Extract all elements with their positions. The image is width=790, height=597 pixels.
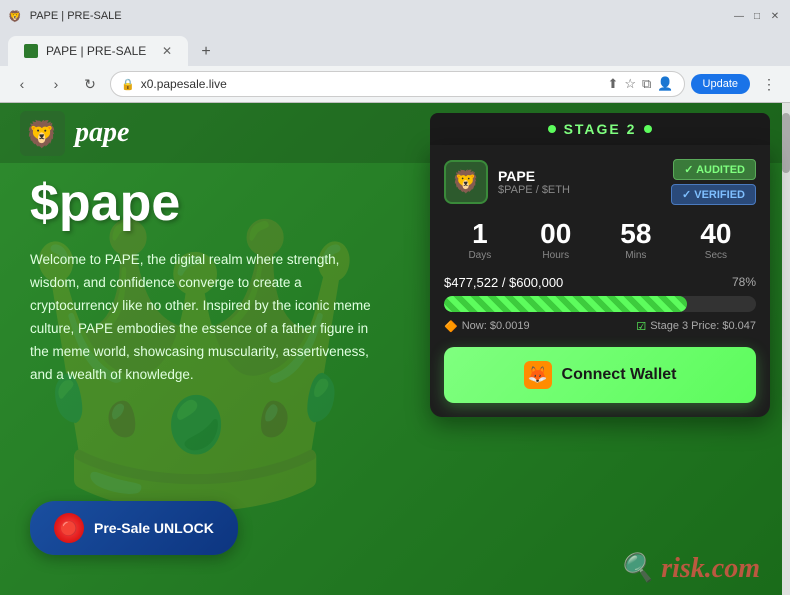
svg-text:🦁: 🦁 <box>26 119 58 149</box>
stage-dot-right <box>644 125 652 133</box>
audited-badge: ✓ AUDITED <box>673 159 756 180</box>
window-controls: — □ ✕ <box>732 9 782 23</box>
countdown-days-value: 1 <box>468 219 491 250</box>
progress-bar-bg <box>444 296 756 312</box>
address-bar-row: ‹ › ↻ 🔒 x0.papesale.live ⬆ ☆ ⧉ 👤 Update … <box>0 66 790 102</box>
countdown-mins-label: Mins <box>620 250 651 261</box>
left-content: $pape Welcome to PAPE, the digital realm… <box>30 173 390 387</box>
countdown-hours-value: 00 <box>540 219 571 250</box>
address-box[interactable]: 🔒 x0.papesale.live ⬆ ☆ ⧉ 👤 <box>110 71 685 97</box>
token-row: 🦁 PAPE $PAPE / $ETH ✓ AUDITED ✓ VERIFIED <box>444 159 756 205</box>
address-bar-icons: ⬆ ☆ ⧉ 👤 <box>607 76 673 92</box>
connect-wallet-button[interactable]: 🦊 Connect Wallet <box>444 347 756 403</box>
scrollbar-thumb[interactable] <box>782 113 790 173</box>
page-content: 👑 🦁 pape $pape Welcome to PAPE, the digi… <box>0 103 790 595</box>
share-icon[interactable]: ⬆ <box>607 76 618 92</box>
tab-bar: PAPE | PRE-SALE ✕ + <box>0 32 790 66</box>
countdown-mins: 58 Mins <box>620 219 651 261</box>
price-now: 🔶 Now: $0.0019 <box>444 320 530 333</box>
new-tab-button[interactable]: + <box>192 38 220 66</box>
countdown-row: 1 Days 00 Hours 58 Mins 40 Secs <box>444 219 756 261</box>
extensions-icon[interactable]: ⧉ <box>642 76 651 92</box>
tab-favicon-small: 🦁 <box>8 10 22 23</box>
verified-badge: ✓ VERIFIED <box>671 184 756 205</box>
right-panel: STAGE 2 🦁 PAPE $PAPE / $ETH ✓ AUDITED ✓ … <box>430 113 770 417</box>
stage-dot-left <box>548 125 556 133</box>
browser-chrome: 🦁 PAPE | PRE-SALE — □ ✕ PAPE | PRE-SALE … <box>0 0 790 103</box>
forward-button[interactable]: › <box>42 70 70 98</box>
countdown-hours-label: Hours <box>540 250 571 261</box>
stage-banner: STAGE 2 <box>430 113 770 145</box>
presale-unlock-button[interactable]: 🔴 Pre-Sale UNLOCK <box>30 501 238 555</box>
minimize-button[interactable]: — <box>732 9 746 23</box>
tab-title: PAPE | PRE-SALE <box>46 44 146 58</box>
countdown-secs: 40 Secs <box>700 219 731 261</box>
watermark: 🔍 risk.com <box>619 551 760 585</box>
update-button[interactable]: Update <box>691 74 750 94</box>
presale-card: 🦁 PAPE $PAPE / $ETH ✓ AUDITED ✓ VERIFIED… <box>430 145 770 417</box>
star-icon[interactable]: ☆ <box>624 76 636 92</box>
close-button[interactable]: ✕ <box>768 9 782 23</box>
token-info: PAPE $PAPE / $ETH <box>498 168 671 196</box>
connect-wallet-icon: 🦊 <box>524 361 552 389</box>
token-name: PAPE <box>498 168 671 184</box>
maximize-button[interactable]: □ <box>750 9 764 23</box>
countdown-days: 1 Days <box>468 219 491 261</box>
watermark-text: risk.com <box>661 553 760 584</box>
stage-label: STAGE 2 <box>564 121 637 137</box>
countdown-secs-label: Secs <box>700 250 731 261</box>
presale-icon: 🔴 <box>54 513 84 543</box>
progress-label-row: $477,522 / $600,000 78% <box>444 275 756 290</box>
countdown-hours: 00 Hours <box>540 219 571 261</box>
hero-title: $pape <box>30 173 390 233</box>
price-now-label: Now: $0.0019 <box>462 320 530 332</box>
countdown-mins-value: 58 <box>620 219 651 250</box>
progress-pct: 78% <box>732 275 756 290</box>
tab-favicon <box>24 44 38 58</box>
countdown-days-label: Days <box>468 250 491 261</box>
stage3-check-icon: ☑ <box>636 320 646 333</box>
watermark-icon: 🔍 <box>619 553 654 584</box>
tab-close-button[interactable]: ✕ <box>162 44 172 58</box>
url-text: x0.papesale.live <box>141 77 602 91</box>
price-now-dot: 🔶 <box>444 320 458 333</box>
progress-bar-fill <box>444 296 687 312</box>
logo-image: 🦁 <box>20 111 65 156</box>
price-row: 🔶 Now: $0.0019 ☑ Stage 3 Price: $0.047 <box>444 320 756 333</box>
presale-btn-label: Pre-Sale UNLOCK <box>94 520 214 536</box>
countdown-secs-value: 40 <box>700 219 731 250</box>
token-pair: $PAPE / $ETH <box>498 184 671 196</box>
lock-icon: 🔒 <box>121 78 135 91</box>
price-stage3-label: Stage 3 Price: $0.047 <box>650 320 756 332</box>
profile-icon[interactable]: 👤 <box>657 76 673 92</box>
title-bar: 🦁 PAPE | PRE-SALE — □ ✕ <box>0 0 790 32</box>
logo-text: pape <box>75 117 129 149</box>
price-stage3: ☑ Stage 3 Price: $0.047 <box>636 320 756 333</box>
raised-text: $477,522 / $600,000 <box>444 275 563 290</box>
back-button[interactable]: ‹ <box>8 70 36 98</box>
token-avatar: 🦁 <box>444 160 488 204</box>
refresh-button[interactable]: ↻ <box>76 70 104 98</box>
scrollbar[interactable] <box>782 103 790 595</box>
menu-icon[interactable]: ⋮ <box>756 71 782 97</box>
title-bar-text: PAPE | PRE-SALE <box>30 10 122 22</box>
logo-area: 🦁 pape <box>20 111 129 156</box>
badges: ✓ AUDITED ✓ VERIFIED <box>671 159 756 205</box>
hero-description: Welcome to PAPE, the digital realm where… <box>30 249 390 387</box>
connect-wallet-label: Connect Wallet <box>562 366 677 384</box>
active-tab[interactable]: PAPE | PRE-SALE ✕ <box>8 36 188 66</box>
